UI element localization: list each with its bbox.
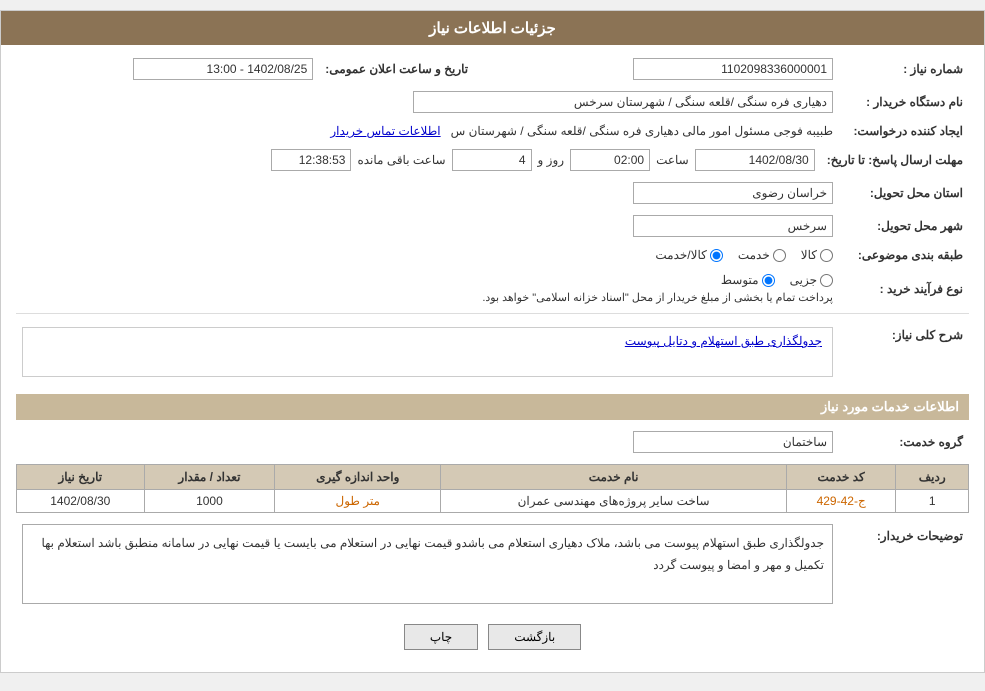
delivery-province-label: استان محل تحویل: — [839, 179, 969, 207]
reply-remaining-label: ساعت باقی مانده — [357, 153, 445, 167]
reply-deadline-row: 1402/08/30 ساعت 02:00 روز و 4 ساعت باقی … — [16, 146, 821, 174]
service-group-label: گروه خدمت: — [839, 428, 969, 456]
cell-count-amount: 1000 — [144, 490, 275, 513]
need-number-label: شماره نیاز : — [839, 55, 969, 83]
category-radios: کالا خدمت کالا/خدمت — [16, 245, 839, 265]
col-row-num: ردیف — [896, 465, 969, 490]
info-table-row1: شماره نیاز : 1102098336000001 تاریخ و سا… — [16, 55, 969, 83]
announcement-date-value: 1402/08/25 - 13:00 — [16, 55, 319, 83]
buyer-org-label: نام دستگاه خریدار : — [839, 88, 969, 116]
buyer-description-box: جدولگذاری طبق استهلام پیوست می باشد، ملا… — [22, 524, 833, 604]
radio-kala-khadamat-label: کالا/خدمت — [655, 248, 706, 262]
need-description-value: جدولگذاری طبق استهلام و دتایل پیوست — [16, 320, 839, 384]
creator-value: طبیبه فوجی مسئول امور مالی دهیاری فره سن… — [16, 121, 839, 141]
info-table-row3: ایجاد کننده درخواست: طبیبه فوجی مسئول ام… — [16, 121, 969, 141]
announcement-date-label: تاریخ و ساعت اعلان عمومی: — [319, 55, 474, 83]
print-button[interactable]: چاپ — [404, 624, 478, 650]
reply-date-box: 1402/08/30 — [695, 149, 815, 171]
radio-kala: کالا — [801, 248, 833, 262]
reply-time-label: ساعت — [656, 153, 689, 167]
buyer-org-value: دهیاری فره سنگی /قلعه سنگی / شهرستان سرخ… — [16, 88, 839, 116]
purchase-type-radios: جزیی متوسط پرداخت تمام یا بخشی از مبلغ خ… — [16, 270, 839, 307]
radio-khadamat: خدمت — [738, 248, 786, 262]
cell-need-date: 1402/08/30 — [17, 490, 145, 513]
service-group-value: ساختمان — [16, 428, 839, 456]
reply-days-box: 4 — [452, 149, 532, 171]
announcement-date-box: 1402/08/25 - 13:00 — [133, 58, 313, 80]
services-section-title: اطلاعات خدمات مورد نیاز — [16, 394, 969, 420]
info-table-row2: نام دستگاه خریدار : دهیاری فره سنگی /قلع… — [16, 88, 969, 116]
delivery-city-box: سرخس — [633, 215, 833, 237]
col-service-code: کد خدمت — [786, 465, 895, 490]
need-description-box: جدولگذاری طبق استهلام و دتایل پیوست — [22, 327, 833, 377]
page-container: جزئیات اطلاعات نیاز شماره نیاز : 1102098… — [0, 10, 985, 673]
info-table-row5: استان محل تحویل: خراسان رضوی — [16, 179, 969, 207]
info-table-row6: شهر محل تحویل: سرخس — [16, 212, 969, 240]
need-description-label: شرح کلی نیاز: — [839, 320, 969, 384]
reply-deadline-label: مهلت ارسال پاسخ: تا تاریخ: — [821, 146, 969, 174]
table-row: 1 ج-42-429 ساخت سایر پروژه‌های مهندسی عم… — [17, 490, 969, 513]
radio-jozvi: جزیی — [790, 273, 833, 287]
reply-time-box: 02:00 — [570, 149, 650, 171]
delivery-province-value: خراسان رضوی — [16, 179, 839, 207]
creator-label: ایجاد کننده درخواست: — [839, 121, 969, 141]
cell-service-code: ج-42-429 — [786, 490, 895, 513]
radio-motavaset-label: متوسط — [721, 273, 759, 287]
buyer-org-box: دهیاری فره سنگی /قلعه سنگی / شهرستان سرخ… — [413, 91, 833, 113]
radio-khadamat-input[interactable] — [773, 249, 786, 262]
col-measurement-unit: واحد اندازه گیری — [275, 465, 441, 490]
delivery-city-label: شهر محل تحویل: — [839, 212, 969, 240]
col-count-amount: تعداد / مقدار — [144, 465, 275, 490]
info-table-service-group: گروه خدمت: ساختمان — [16, 428, 969, 456]
contact-link[interactable]: اطلاعات تماس خریدار — [330, 124, 440, 138]
purchase-type-label: نوع فرآیند خرید : — [839, 270, 969, 307]
radio-kala-khadamat: کالا/خدمت — [655, 248, 722, 262]
info-table-row8: نوع فرآیند خرید : جزیی متوسط پرداخت تمام… — [16, 270, 969, 307]
category-label: طبقه بندی موضوعی: — [839, 245, 969, 265]
radio-motavaset-input[interactable] — [762, 274, 775, 287]
page-title: جزئیات اطلاعات نیاز — [1, 11, 984, 45]
delivery-city-value: سرخس — [16, 212, 839, 240]
button-row: بازگشت چاپ — [16, 612, 969, 662]
services-table: ردیف کد خدمت نام خدمت واحد اندازه گیری ت… — [16, 464, 969, 513]
radio-kala-khadamat-input[interactable] — [710, 249, 723, 262]
purchase-note: پرداخت تمام یا بخشی از مبلغ خریدار از مح… — [22, 291, 833, 304]
back-button[interactable]: بازگشت — [488, 624, 581, 650]
cell-row-num: 1 — [896, 490, 969, 513]
content-area: شماره نیاز : 1102098336000001 تاریخ و سا… — [1, 45, 984, 672]
need-number-box: 1102098336000001 — [633, 58, 833, 80]
radio-jozvi-label: جزیی — [790, 273, 817, 287]
reply-remaining-box: 12:38:53 — [271, 149, 351, 171]
info-table-row4: مهلت ارسال پاسخ: تا تاریخ: 1402/08/30 سا… — [16, 146, 969, 174]
reply-days-label: روز و — [538, 153, 565, 167]
info-table-description: شرح کلی نیاز: جدولگذاری طبق استهلام و دت… — [16, 320, 969, 384]
radio-jozvi-input[interactable] — [820, 274, 833, 287]
info-table-buyer-desc: توضیحات خریدار: جدولگذاری طبق استهلام پی… — [16, 521, 969, 607]
need-number-value: 1102098336000001 — [504, 55, 839, 83]
cell-service-name: ساخت سایر پروژه‌های مهندسی عمران — [441, 490, 787, 513]
info-table-row7: طبقه بندی موضوعی: کالا خدمت — [16, 245, 969, 265]
radio-motavaset: متوسط — [721, 273, 775, 287]
col-need-date: تاریخ نیاز — [17, 465, 145, 490]
radio-kala-label: کالا — [801, 248, 817, 262]
service-group-box: ساختمان — [633, 431, 833, 453]
cell-measurement-unit: متر طول — [275, 490, 441, 513]
col-service-name: نام خدمت — [441, 465, 787, 490]
buyer-description-label: توضیحات خریدار: — [839, 521, 969, 607]
delivery-province-box: خراسان رضوی — [633, 182, 833, 204]
need-description-text: جدولگذاری طبق استهلام و دتایل پیوست — [625, 334, 822, 348]
buyer-description-value: جدولگذاری طبق استهلام پیوست می باشد، ملا… — [16, 521, 839, 607]
radio-khadamat-label: خدمت — [738, 248, 770, 262]
creator-text: طبیبه فوجی مسئول امور مالی دهیاری فره سن… — [451, 124, 833, 138]
radio-kala-input[interactable] — [820, 249, 833, 262]
